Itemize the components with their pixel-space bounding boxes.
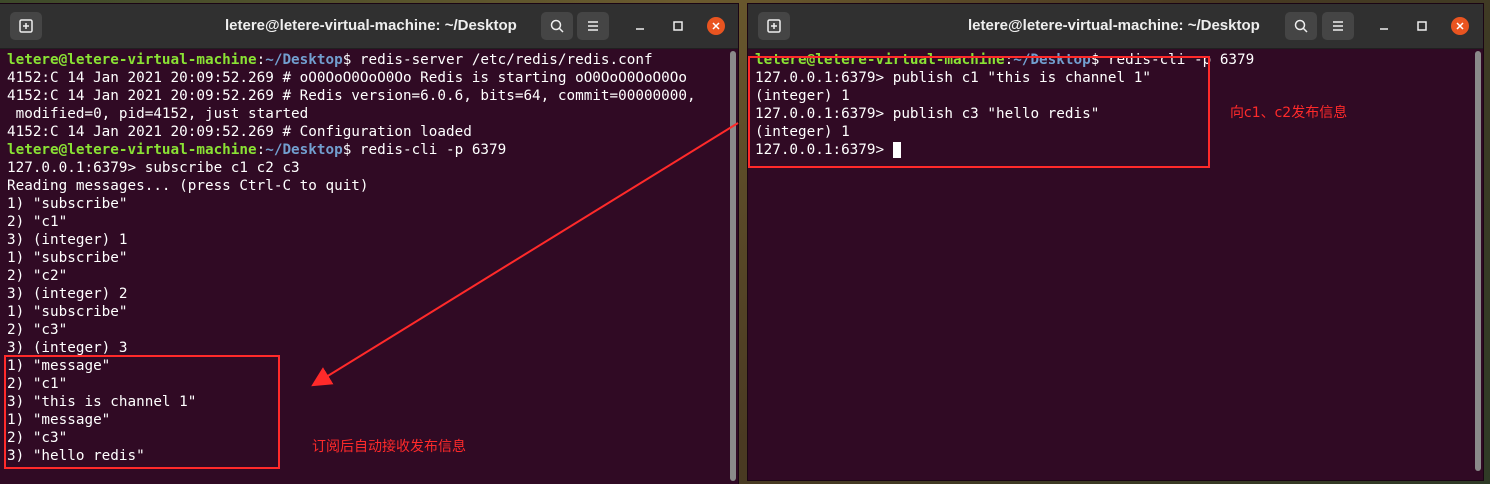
terminal-line: 1) "subscribe" <box>7 195 738 213</box>
terminal-text: 3) (integer) 2 <box>7 286 128 302</box>
terminal-text: 3) (integer) 1 <box>7 232 128 248</box>
terminal-text: 1) "subscribe" <box>7 250 128 266</box>
terminal-line: 2) "c1" <box>7 213 738 231</box>
search-icon <box>550 19 564 33</box>
terminal-text: Reading messages... (press Ctrl-C to qui… <box>7 178 369 194</box>
window-title: letere@letere-virtual-machine: ~/Desktop <box>225 17 517 34</box>
terminal-line: 4152:C 14 Jan 2021 20:09:52.269 # Redis … <box>7 87 738 105</box>
terminal-line: letere@letere-virtual-machine:~/Desktop$… <box>7 141 738 159</box>
terminal-text: 3) (integer) 3 <box>7 340 128 356</box>
terminal-text: 1) "subscribe" <box>7 196 128 212</box>
menu-button[interactable] <box>577 12 609 40</box>
terminal-line: 2) "c3" <box>7 321 738 339</box>
annotation-publish-note: 向c1、c2发布信息 <box>1230 105 1348 121</box>
search-button[interactable] <box>1285 12 1317 40</box>
terminal-line: 3) (integer) 1 <box>7 231 738 249</box>
terminal-line: 1) "subscribe" <box>7 303 738 321</box>
search-button[interactable] <box>541 12 573 40</box>
maximize-icon <box>1417 21 1427 31</box>
terminal-text: 2) "c1" <box>7 214 68 230</box>
terminal-line: letere@letere-virtual-machine:~/Desktop$… <box>7 51 738 69</box>
new-tab-button[interactable] <box>758 12 790 40</box>
annotation-subscribe-note: 订阅后自动接收发布信息 <box>312 439 466 455</box>
new-tab-icon <box>767 19 781 33</box>
minimize-icon <box>636 28 644 30</box>
scrollbar-thumb[interactable] <box>1475 51 1481 471</box>
terminal-text: 4152:C 14 Jan 2021 20:09:52.269 # Config… <box>7 124 472 140</box>
close-icon <box>1451 17 1469 35</box>
terminal-line: 3) (integer) 2 <box>7 285 738 303</box>
menu-button[interactable] <box>1322 12 1354 40</box>
terminal-text: : <box>256 52 266 68</box>
terminal-text: letere@letere-virtual-machine <box>7 52 257 68</box>
highlight-box-publish-commands <box>748 56 1210 168</box>
minimize-icon <box>1380 28 1388 30</box>
terminal-line: Reading messages... (press Ctrl-C to qui… <box>7 177 738 195</box>
terminal-line: modified=0, pid=4152, just started <box>7 105 738 123</box>
maximize-icon <box>673 21 683 31</box>
minimize-button[interactable] <box>630 16 650 36</box>
title-bar[interactable]: letere@letere-virtual-machine: ~/Desktop <box>0 4 738 49</box>
terminal-text: 127.0.0.1:6379> subscribe c1 c2 c3 <box>7 160 300 176</box>
terminal-line: 4152:C 14 Jan 2021 20:09:52.269 # Config… <box>7 123 738 141</box>
terminal-line: 127.0.0.1:6379> subscribe c1 c2 c3 <box>7 159 738 177</box>
close-button[interactable] <box>706 16 726 36</box>
highlight-box-received-messages <box>4 355 280 469</box>
terminal-text: letere@letere-virtual-machine <box>7 142 257 158</box>
terminal-line: 2) "c2" <box>7 267 738 285</box>
terminal-line: 4152:C 14 Jan 2021 20:09:52.269 # oO0OoO… <box>7 69 738 87</box>
terminal-text: $ redis-cli -p 6379 <box>342 142 507 158</box>
title-bar[interactable]: letere@letere-virtual-machine: ~/Desktop <box>748 4 1483 49</box>
terminal-text: 2) "c2" <box>7 268 68 284</box>
terminal-text: 4152:C 14 Jan 2021 20:09:52.269 # oO0OoO… <box>7 70 687 86</box>
terminal-text: modified=0, pid=4152, just started <box>7 106 309 122</box>
scrollbar[interactable] <box>1471 49 1483 480</box>
terminal-text: 2) "c3" <box>7 322 68 338</box>
terminal-text: : <box>256 142 266 158</box>
terminal-text: ~/Desktop <box>265 142 343 158</box>
minimize-button[interactable] <box>1374 16 1394 36</box>
close-button[interactable] <box>1450 16 1470 36</box>
hamburger-menu-icon <box>1333 21 1343 31</box>
search-icon <box>1294 19 1308 33</box>
window-title: letere@letere-virtual-machine: ~/Desktop <box>968 17 1260 34</box>
terminal-text: $ redis-server /etc/redis/redis.conf <box>342 52 653 68</box>
close-icon <box>707 17 725 35</box>
maximize-button[interactable] <box>1412 16 1432 36</box>
hamburger-menu-icon <box>588 21 598 31</box>
new-tab-icon <box>19 19 33 33</box>
maximize-button[interactable] <box>668 16 688 36</box>
scrollbar[interactable] <box>726 49 738 484</box>
new-tab-button[interactable] <box>10 12 42 40</box>
terminal-text: 1) "subscribe" <box>7 304 128 320</box>
scrollbar-thumb[interactable] <box>730 51 736 481</box>
terminal-text: 4152:C 14 Jan 2021 20:09:52.269 # Redis … <box>7 88 696 104</box>
terminal-line: 1) "subscribe" <box>7 249 738 267</box>
terminal-text: ~/Desktop <box>265 52 343 68</box>
